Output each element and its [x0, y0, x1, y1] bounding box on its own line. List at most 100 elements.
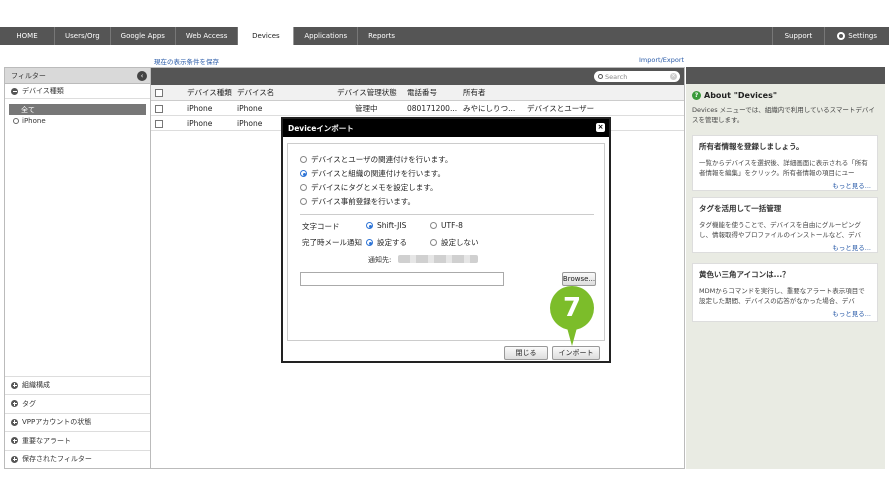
clear-search-icon[interactable]: × [670, 73, 677, 80]
save-view-link[interactable]: 現在の表示条件を保存 [154, 56, 219, 66]
tab-users-org[interactable]: Users/Org [55, 27, 111, 45]
dialog-header: Deviceインポート × [283, 119, 609, 137]
charset-label: 文字コード [302, 222, 340, 231]
collapse-section-icon [11, 87, 18, 95]
filter-panel-title: フィルター [11, 71, 46, 80]
filter-section-org[interactable]: 組織構成 [5, 375, 150, 395]
tip-card-more-link[interactable]: もっと見る... [699, 180, 871, 190]
charset-shift-jis[interactable]: Shift-JIS [366, 221, 406, 230]
import-option-org[interactable]: デバイスと組織の関連付けを行います。 [300, 168, 445, 179]
list-toolbar: Search × [151, 68, 684, 85]
expand-section-icon [11, 455, 18, 463]
select-all-checkbox[interactable] [155, 89, 163, 97]
tip-card-title: タグを活用して一括管理 [699, 204, 782, 213]
tip-card-text: 一覧からデバイスを選択後、詳細画面に表示される「所有者情報を編集」をクリック。所… [699, 159, 868, 177]
table-cell: 管理中 [355, 103, 378, 113]
search-input[interactable]: Search × [594, 71, 680, 82]
top-nav: HOME Users/Org Google Apps Web Access De… [0, 27, 889, 45]
tip-card-title: 黄色い三角アイコンは...？ [699, 270, 790, 279]
table-cell: みやにしりつ... [463, 103, 516, 113]
charset-utf8[interactable]: UTF-8 [430, 221, 463, 230]
tip-card: 黄色い三角アイコンは...？ MDMからコマンドを実行し、重要なアラート表示項目… [692, 263, 878, 322]
tip-card-title: 所有者情報を登録しましょう。 [699, 142, 804, 151]
expand-ring-icon [13, 117, 19, 124]
charset-option-label: UTF-8 [441, 221, 463, 230]
import-option-preregister[interactable]: デバイス事前登録を行います。 [300, 196, 415, 207]
import-option-tag[interactable]: デバイスにタグとメモを設定します。 [300, 182, 438, 193]
option-label: デバイスとユーザの関連付けを行います。 [311, 155, 453, 164]
radio-icon [300, 184, 307, 191]
table-row[interactable]: iPhone iPhone 管理中 080171200... みやにしりつ...… [151, 101, 684, 116]
close-button[interactable]: 閉じる [504, 346, 548, 360]
row-checkbox[interactable] [155, 105, 163, 113]
expand-section-icon [11, 437, 18, 445]
filter-section-alerts[interactable]: 重要なアラート [5, 431, 150, 450]
column-header[interactable]: デバイス種類 [187, 85, 232, 100]
row-checkbox[interactable] [155, 120, 163, 128]
search-icon [598, 74, 603, 79]
option-label: デバイス事前登録を行います。 [311, 197, 416, 206]
filter-item-all[interactable]: 全て [9, 104, 146, 115]
about-title-text: About "Devices" [704, 91, 778, 100]
column-header[interactable]: デバイス名 [237, 85, 274, 100]
tip-card-more-link[interactable]: もっと見る... [699, 242, 871, 252]
filter-section-saved[interactable]: 保存されたフィルター [5, 449, 150, 469]
tab-devices[interactable]: Devices [238, 27, 295, 45]
notify-to-label: 通知先: [368, 256, 392, 264]
notify-address-redacted [398, 255, 478, 263]
settings-link[interactable]: Settings [824, 27, 889, 45]
filter-item-iphone[interactable]: iPhone [9, 115, 146, 126]
tip-card-more-link[interactable]: もっと見る... [699, 308, 871, 318]
radio-icon [300, 198, 307, 205]
tab-google-apps[interactable]: Google Apps [111, 27, 176, 45]
file-path-input[interactable] [300, 272, 504, 286]
radio-icon [430, 239, 437, 246]
filter-section-device-type[interactable]: デバイス種類 [5, 84, 150, 99]
about-description: Devices メニューでは、組織内で利用しているスマートデバイスを管理します。 [692, 106, 875, 124]
filter-panel-header: フィルター ‹ [5, 68, 150, 84]
column-header[interactable]: デバイス管理状態 [337, 85, 397, 100]
notify-label: 完了時メール通知 [302, 238, 362, 247]
dialog-title: Deviceインポート [288, 123, 354, 133]
import-button[interactable]: インポート [552, 346, 600, 360]
about-title: ? About "Devices" [692, 91, 777, 100]
expand-section-icon [11, 381, 18, 389]
tab-home[interactable]: HOME [0, 27, 55, 45]
table-cell: iPhone [187, 118, 213, 128]
table-cell: デバイスとユーザー [527, 103, 595, 113]
radio-selected-icon [300, 170, 307, 177]
table-cell: 080171200... [407, 103, 458, 113]
import-export-link[interactable]: Import/Export [639, 56, 684, 64]
notify-option-label: 設定する [377, 238, 407, 247]
filter-section-tag[interactable]: タグ [5, 394, 150, 413]
expand-section-icon [11, 400, 18, 408]
close-icon[interactable]: × [596, 123, 605, 132]
column-header[interactable]: 電話番号 [407, 85, 437, 100]
notify-off[interactable]: 設定しない [430, 237, 479, 248]
settings-label: Settings [848, 32, 877, 40]
tab-applications[interactable]: Applications [294, 27, 359, 45]
tip-card-text: MDMからコマンドを実行し、重要なアラート表示項目で設定した期間、デバイスの応答… [699, 287, 865, 305]
help-icon: ? [692, 91, 701, 100]
table-cell: iPhone [237, 103, 263, 113]
filter-bottom-sections: 組織構成 タグ VPPアカウントの状態 重要なアラート 保存されたフィルター [5, 375, 150, 469]
filter-section-vpp[interactable]: VPPアカウントの状態 [5, 412, 150, 432]
column-header[interactable]: 所有者 [463, 85, 486, 100]
filter-panel: フィルター ‹ デバイス種類 全て iPhone 組織構成 タグ VPPアカウン… [4, 67, 151, 469]
tab-web-access[interactable]: Web Access [176, 27, 239, 45]
tip-card: タグを活用して一括管理 タグ機能を使うことで、デバイスを自由にグルーピングし、情… [692, 197, 878, 253]
radio-selected-icon [366, 239, 373, 246]
table-cell: iPhone [187, 103, 213, 113]
tab-reports[interactable]: Reports [358, 27, 405, 45]
collapse-left-icon[interactable]: ‹ [137, 71, 147, 81]
about-panel-header [686, 67, 885, 84]
filter-section-label: 重要なアラート [22, 436, 71, 445]
option-label: デバイスと組織の関連付けを行います。 [311, 169, 446, 178]
charset-option-label: Shift-JIS [377, 221, 407, 230]
support-link[interactable]: Support [771, 27, 825, 45]
import-option-user[interactable]: デバイスとユーザの関連付けを行います。 [300, 154, 452, 165]
browse-button[interactable]: Browse... [562, 272, 596, 286]
notify-on[interactable]: 設定する [366, 237, 407, 248]
filter-section-label: 組織構成 [22, 381, 50, 390]
divider [300, 214, 594, 215]
